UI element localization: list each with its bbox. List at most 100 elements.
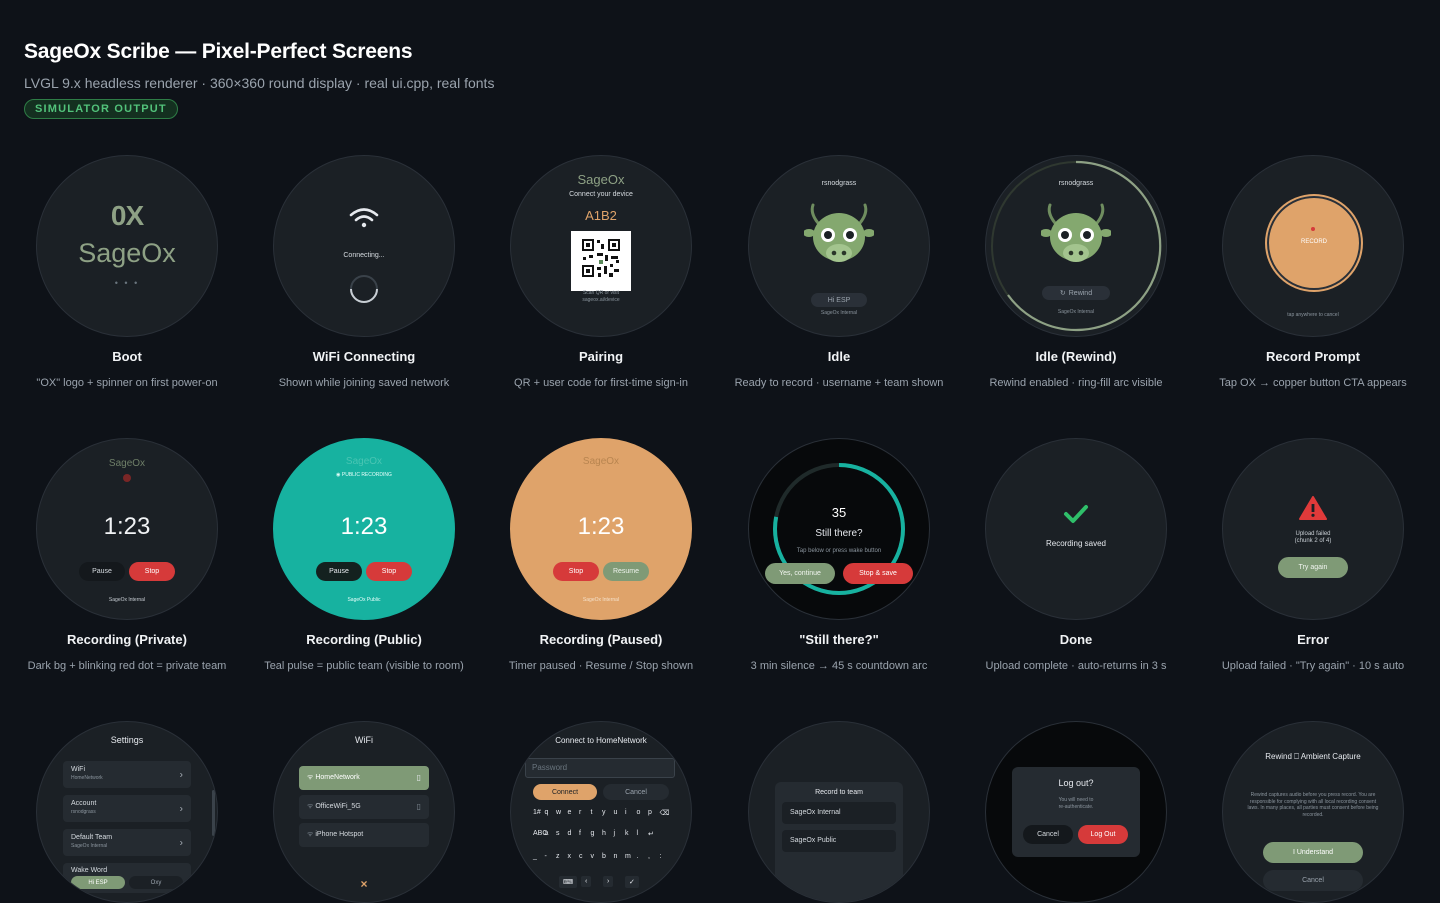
card-recording-private: SageOx 1:23 Pause Stop SageOx Internal R… (12, 438, 242, 674)
settings-row-account[interactable]: Account rsnodgrass › (63, 795, 191, 822)
keyboard-key[interactable]: r (579, 809, 581, 816)
ox-mascot-icon[interactable] (1041, 203, 1111, 269)
cancel-button[interactable]: Cancel (603, 784, 669, 800)
saved-message: Recording saved (1045, 539, 1107, 548)
keyboard-key[interactable]: m (625, 853, 631, 860)
connect-button[interactable]: Connect (533, 784, 597, 800)
keyboard-key[interactable]: ‹ (581, 876, 592, 887)
team-option[interactable]: SageOx Internal (782, 802, 896, 824)
keyboard-key[interactable]: w (556, 809, 561, 816)
keyboard-key[interactable]: n (614, 853, 618, 860)
keyboard-key[interactable]: : (660, 853, 662, 860)
settings-row-wifi[interactable]: WiFi HomeNetwork › (63, 761, 191, 788)
network-name: HomeNetwork (315, 774, 360, 781)
keyboard-key[interactable]: v (591, 853, 595, 860)
username: rsnodgrass (821, 180, 857, 187)
screen-record-prompt: RECORD tap anywhere to cancel (1222, 155, 1404, 337)
card-desc: Shown while joining saved network (278, 377, 450, 389)
chevron-right-icon: › (179, 769, 183, 780)
keyboard-key[interactable]: ⌫ (660, 809, 670, 817)
keyboard-key[interactable]: u (614, 809, 618, 816)
checkmark-icon (1064, 505, 1088, 523)
screen-recording-private: SageOx 1:23 Pause Stop SageOx Internal (36, 438, 218, 620)
keyboard-key[interactable]: h (602, 830, 606, 837)
network-row[interactable]: ᯤ iPhone Hotspot (299, 823, 429, 847)
stop-save-button[interactable]: Stop & save (843, 563, 913, 584)
stop-button[interactable]: Stop (129, 562, 175, 581)
keyboard-key[interactable]: , (648, 853, 650, 860)
logout-heading: Log out? (1058, 778, 1094, 788)
close-icon[interactable]: × (274, 877, 454, 891)
keyboard-key[interactable]: b (602, 853, 606, 860)
keyboard-key[interactable]: s (556, 830, 560, 837)
lock-icon: ▯ (416, 802, 421, 811)
card-recording-public: SageOx ◉ PUBLIC RECORDING 1:23 Pause Sto… (249, 438, 479, 674)
keyboard-key[interactable]: o (637, 809, 641, 816)
keyboard-key[interactable]: a (545, 830, 549, 837)
keyboard-key[interactable]: ✓ (625, 876, 639, 888)
lock-icon: ▯ (416, 773, 421, 782)
keyboard-key[interactable]: - (545, 853, 547, 860)
keyboard-key[interactable]: f (579, 830, 581, 837)
network-row-selected[interactable]: ᯤ HomeNetwork ▯ (299, 766, 429, 790)
row-label: Default Team (71, 834, 113, 841)
keyboard-key[interactable]: k (625, 830, 629, 837)
ox-mascot-icon[interactable] (804, 203, 874, 269)
stop-button[interactable]: Stop (366, 562, 412, 581)
cancel-hint: tap anywhere to cancel (1287, 312, 1339, 318)
stop-button[interactable]: Stop (553, 562, 599, 581)
keyboard-key[interactable]: e (568, 809, 572, 816)
wake-option-oxy[interactable]: Oxy (129, 876, 183, 889)
cancel-button[interactable]: Cancel (1263, 870, 1363, 891)
settings-row-wake-word: Wake Word Hi ESP Oxy (63, 863, 191, 893)
keyboard-key[interactable]: _ (533, 853, 537, 860)
card-desc: Upload complete · auto-returns in 3 s (985, 660, 1167, 672)
keyboard-key[interactable]: ⌨ (559, 876, 578, 888)
card-title: Error (1297, 632, 1329, 647)
keyboard-key[interactable]: c (579, 853, 583, 860)
log-out-button[interactable]: Log Out (1078, 825, 1128, 844)
keyboard-key[interactable]: q (545, 809, 549, 816)
page-subtitle: LVGL 9.x headless renderer · 360×360 rou… (24, 75, 495, 91)
warning-icon (1299, 496, 1327, 520)
keyboard-key[interactable]: j (614, 830, 616, 837)
screen-wifi-password: Connect to HomeNetwork Password Connect … (510, 721, 692, 903)
cancel-button[interactable]: Cancel (1023, 825, 1073, 844)
i-understand-button[interactable]: I Understand (1263, 842, 1363, 863)
keyboard-key[interactable]: › (603, 876, 614, 887)
card-error: Upload failed (chunk 2 of 4) Try again E… (1198, 438, 1428, 674)
card-title: Recording (Public) (306, 632, 422, 647)
team-label: SageOx Internal (582, 597, 620, 603)
keyboard-key[interactable]: t (591, 809, 593, 816)
resume-button[interactable]: Resume (603, 562, 649, 581)
keyboard-key[interactable]: i (625, 809, 627, 816)
pause-button[interactable]: Pause (316, 562, 362, 581)
wake-option-hi-esp[interactable]: Hi ESP (71, 876, 125, 889)
keyboard-key[interactable]: z (556, 853, 560, 860)
team-option[interactable]: SageOx Public (782, 830, 896, 852)
keyboard-key[interactable]: d (568, 830, 572, 837)
keyboard-key[interactable]: 1# (533, 809, 541, 816)
keyboard-key[interactable]: y (602, 809, 606, 816)
keyboard-key[interactable]: x (568, 853, 572, 860)
card-recording-paused: SageOx 1:23 Stop Resume SageOx Internal … (486, 438, 716, 674)
pause-button[interactable]: Pause (79, 562, 125, 581)
card-desc: Tap OX → copper button CTA appears (1219, 377, 1407, 389)
keyboard-key[interactable]: g (591, 830, 595, 837)
card-rewind-consent: Rewind ⎕ Ambient Capture Rewind captures… (1198, 721, 1428, 903)
card-title: Recording (Private) (67, 632, 187, 647)
card-title: Pairing (578, 349, 624, 364)
network-row[interactable]: ᯤ OfficeWiFi_5G ▯ (299, 795, 429, 819)
record-button[interactable]: RECORD (1267, 196, 1361, 290)
password-input[interactable]: Password (525, 758, 675, 778)
keyboard-key[interactable]: ↵ (648, 830, 654, 838)
keyboard-key[interactable]: l (637, 830, 639, 837)
keyboard-key[interactable]: . (637, 853, 639, 860)
keyboard-key[interactable]: p (648, 809, 652, 816)
error-line-2: (chunk 2 of 4) (1294, 538, 1332, 544)
network-name: OfficeWiFi_5G (315, 803, 361, 810)
scrollbar[interactable] (212, 790, 215, 836)
settings-row-team[interactable]: Default Team SageOx Internal › (63, 829, 191, 856)
continue-button[interactable]: Yes, continue (765, 563, 835, 584)
try-again-button[interactable]: Try again (1278, 557, 1348, 578)
